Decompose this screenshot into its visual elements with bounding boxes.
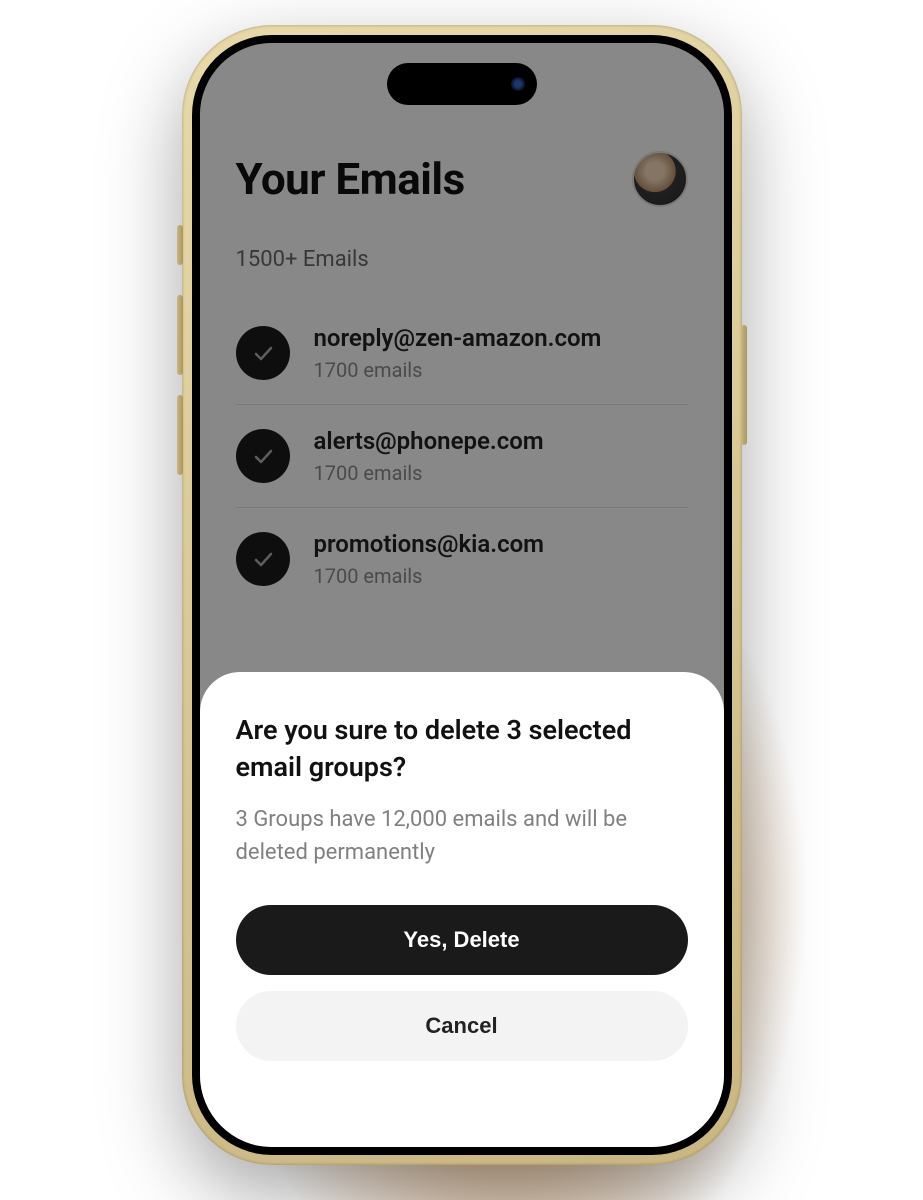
confirm-delete-button[interactable]: Yes, Delete xyxy=(236,905,688,975)
phone-bezel: Your Emails 1500+ Emails noreply@zen-ama… xyxy=(192,35,732,1155)
confirm-delete-dialog: Are you sure to delete 3 selected email … xyxy=(200,672,724,1147)
phone-volume-down-button xyxy=(177,395,183,475)
phone-frame: Your Emails 1500+ Emails noreply@zen-ama… xyxy=(182,25,742,1165)
phone-power-button xyxy=(741,325,747,445)
dynamic-island xyxy=(387,63,537,105)
dialog-title: Are you sure to delete 3 selected email … xyxy=(236,712,688,785)
dialog-description: 3 Groups have 12,000 emails and will be … xyxy=(236,803,688,869)
phone-screen: Your Emails 1500+ Emails noreply@zen-ama… xyxy=(200,43,724,1147)
cancel-button[interactable]: Cancel xyxy=(236,991,688,1061)
front-camera-icon xyxy=(511,77,525,91)
phone-side-button xyxy=(177,225,183,265)
phone-volume-up-button xyxy=(177,295,183,375)
